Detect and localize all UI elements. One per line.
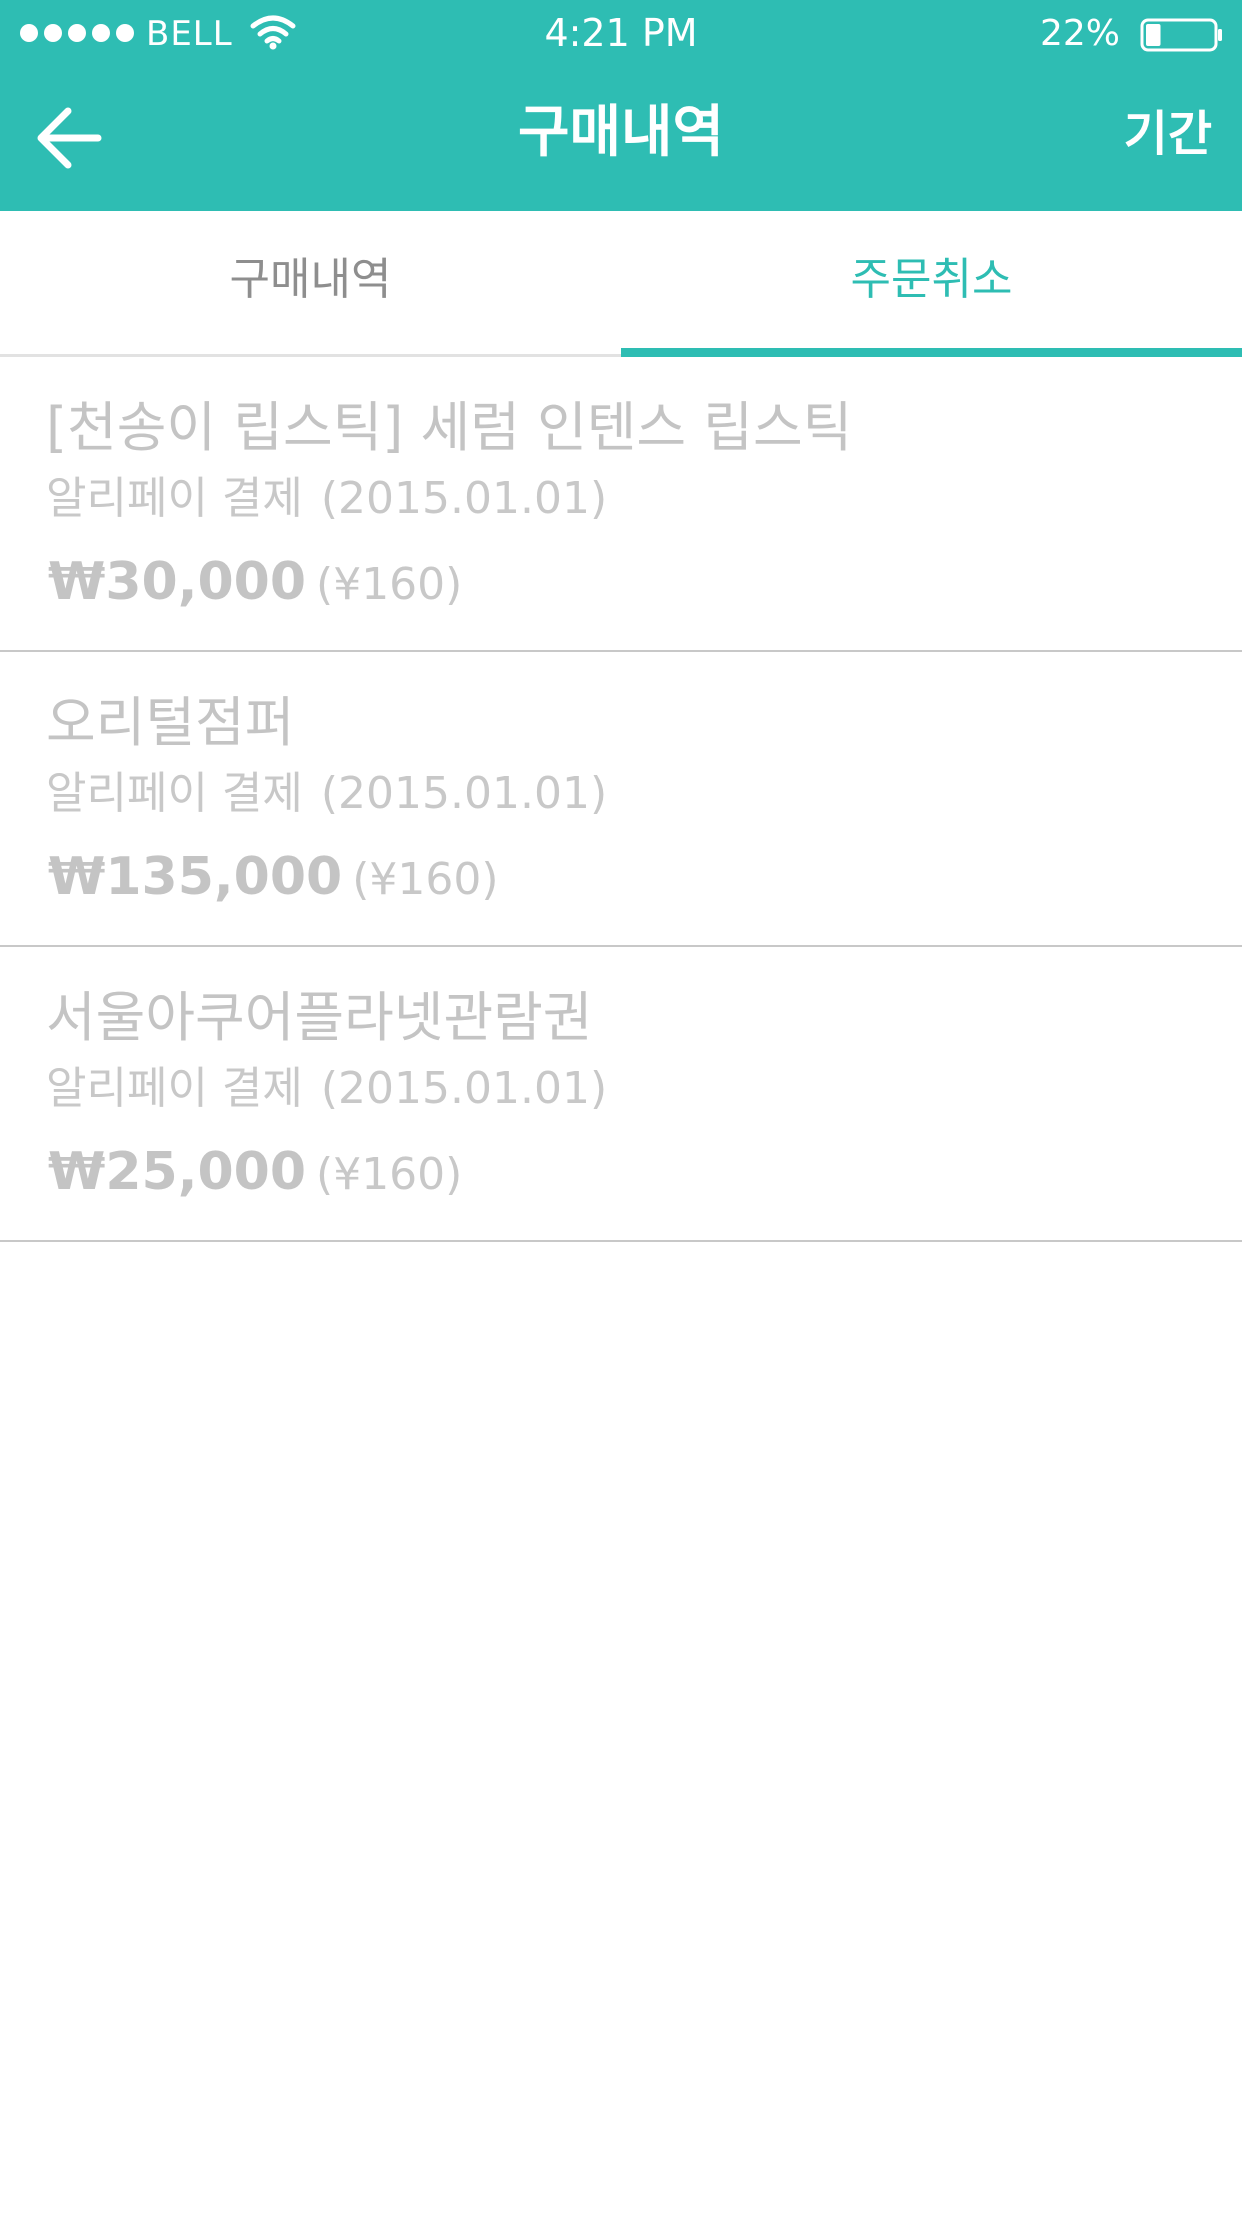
payment-method: 알리페이 결제 <box>46 768 303 819</box>
price-krw: ₩135,000 <box>48 847 343 907</box>
active-tab-indicator <box>621 348 1242 357</box>
order-date: (2015.01.01) <box>320 768 608 819</box>
price-cny: (¥160) <box>352 854 499 905</box>
price-cny: (¥160) <box>316 1149 463 1200</box>
status-bar: BELL 4:21 PM 22% <box>0 0 1242 68</box>
price-row: ₩135,000 (¥160) <box>48 844 499 922</box>
battery-icon <box>1140 18 1222 52</box>
payment-info: 알리페이 결제 (2015.01.01) <box>46 1061 607 1117</box>
payment-method: 알리페이 결제 <box>46 1063 303 1114</box>
back-arrow-icon[interactable] <box>28 98 118 178</box>
price-krw: ₩30,000 <box>48 552 307 612</box>
product-name: [천송이 립스틱] 세럼 인텐스 립스틱 <box>46 396 853 459</box>
battery-percentage: 22% <box>1039 13 1120 54</box>
payment-info: 알리페이 결제 (2015.01.01) <box>46 471 607 527</box>
price-row: ₩25,000 (¥160) <box>48 1139 462 1217</box>
order-date: (2015.01.01) <box>320 1063 608 1114</box>
order-list: [천송이 립스틱] 세럼 인텐스 립스틱 알리페이 결제 (2015.01.01)… <box>0 357 1242 1242</box>
app-header: BELL 4:21 PM 22% 구매내역 기간 <box>0 0 1242 211</box>
price-cny: (¥160) <box>316 559 463 610</box>
list-item[interactable]: 오리털점퍼 알리페이 결제 (2015.01.01) ₩135,000 (¥160) <box>0 652 1242 947</box>
price-krw: ₩25,000 <box>48 1142 307 1202</box>
tab-bar: 구매내역 주문취소 <box>0 211 1242 357</box>
list-item[interactable]: [천송이 립스틱] 세럼 인텐스 립스틱 알리페이 결제 (2015.01.01)… <box>0 357 1242 652</box>
payment-method: 알리페이 결제 <box>46 473 303 524</box>
list-item[interactable]: 서울아쿠어플라넷관람권 알리페이 결제 (2015.01.01) ₩25,000(… <box>0 947 1242 1242</box>
product-name: 서울아쿠어플라넷관람권 <box>46 986 593 1049</box>
product-name: 오리털점퍼 <box>46 691 295 754</box>
period-filter-button[interactable]: 기간 <box>1124 102 1212 166</box>
payment-info: 알리페이 결제 (2015.01.01) <box>46 766 607 822</box>
tab-purchase-history[interactable]: 구매내역 <box>0 211 621 357</box>
page-title: 구매내역 <box>517 100 725 165</box>
tab-order-cancellation[interactable]: 주문취소 <box>621 211 1242 357</box>
price-row: ₩30,000 (¥160) <box>48 549 462 627</box>
navigation-bar: 구매내역 기간 <box>0 68 1242 211</box>
order-date: (2015.01.01) <box>320 473 608 524</box>
